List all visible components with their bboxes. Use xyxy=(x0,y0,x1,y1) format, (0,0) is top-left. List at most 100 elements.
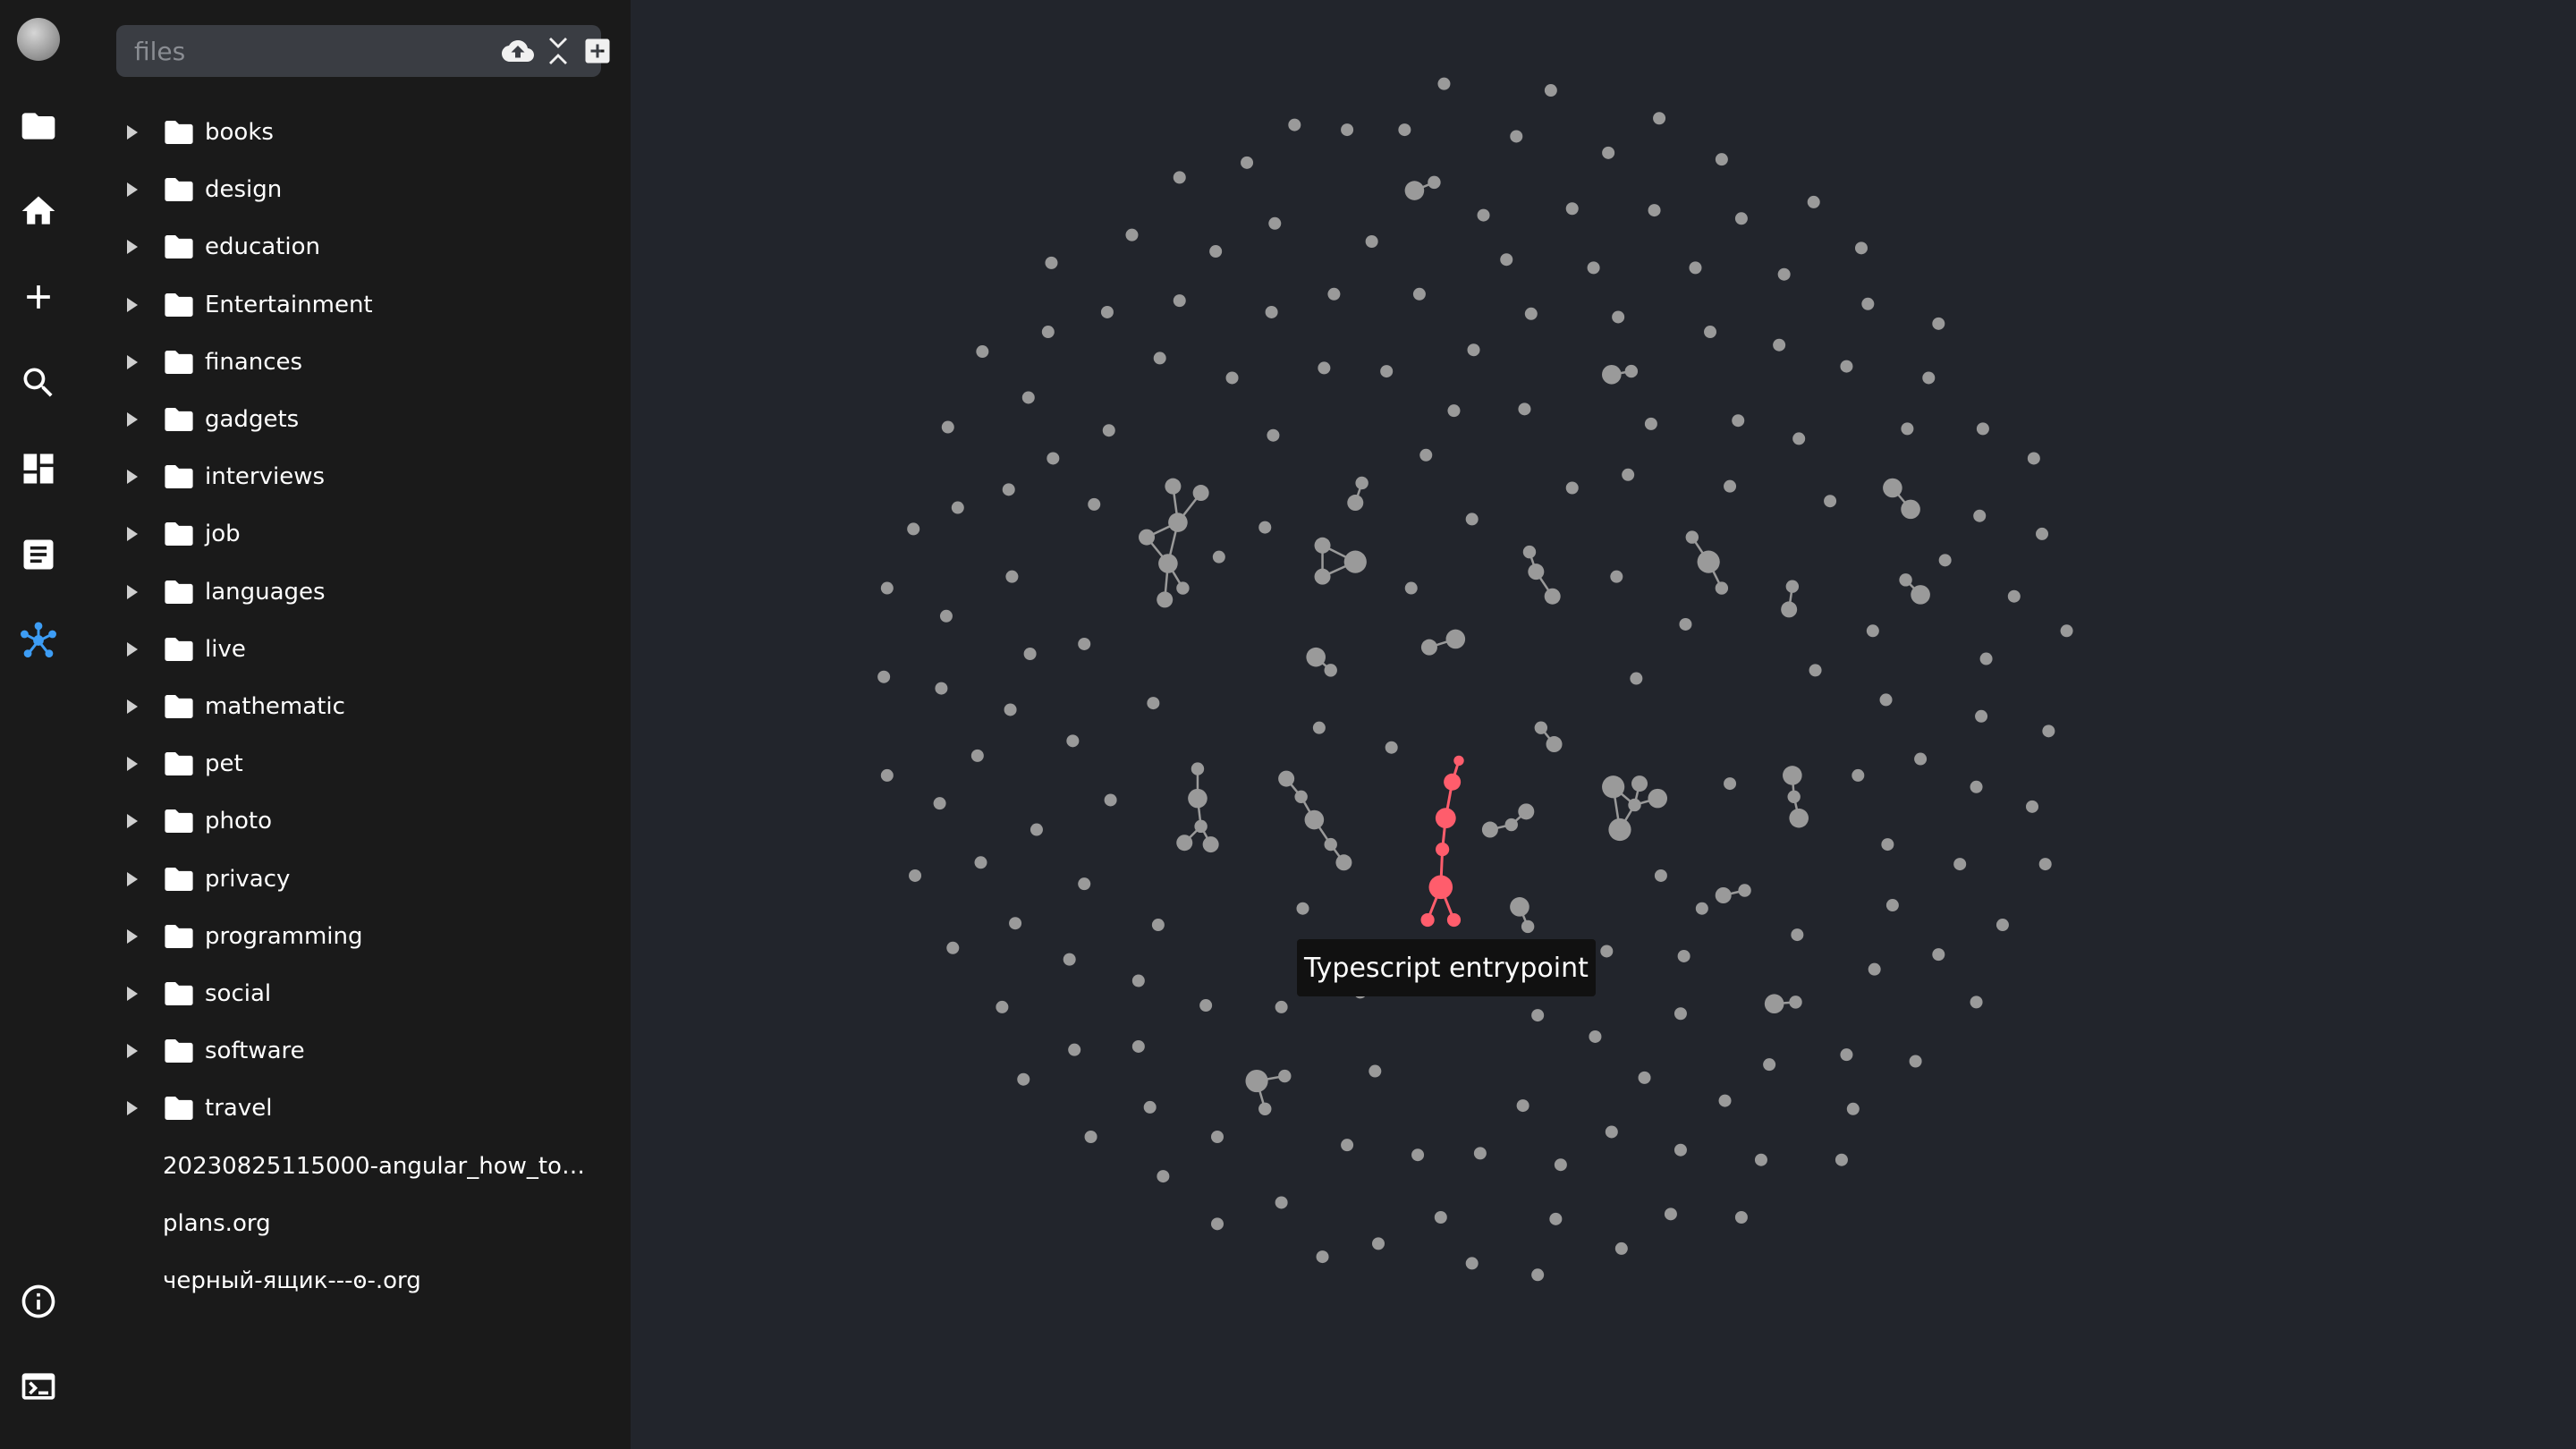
graph-node-highlight[interactable] xyxy=(1444,773,1462,791)
graph-node[interactable] xyxy=(1938,554,1952,567)
expand-caret-icon[interactable] xyxy=(127,354,138,369)
graph-node[interactable] xyxy=(1840,360,1853,373)
tree-folder[interactable]: software xyxy=(77,1026,631,1076)
graph-node[interactable] xyxy=(1715,887,1732,904)
graph-node[interactable] xyxy=(1078,637,1091,650)
plus-icon[interactable] xyxy=(0,266,77,328)
graph-node[interactable] xyxy=(1979,652,1993,665)
graph-node[interactable] xyxy=(1644,417,1657,430)
graph-node[interactable] xyxy=(1518,402,1531,416)
graph-node[interactable] xyxy=(1278,770,1295,787)
graph-node[interactable] xyxy=(1695,902,1708,915)
graph-node[interactable] xyxy=(1139,529,1156,546)
graph-node[interactable] xyxy=(1194,819,1208,834)
graph-node[interactable] xyxy=(1840,1048,1853,1062)
graph-node[interactable] xyxy=(1153,352,1166,365)
graph-node[interactable] xyxy=(1734,1210,1748,1224)
graph-node[interactable] xyxy=(1610,570,1623,583)
graph-node[interactable] xyxy=(1715,581,1729,595)
graph-node[interactable] xyxy=(1544,588,1561,605)
graph-node-highlight[interactable] xyxy=(1420,912,1435,928)
graph-node-highlight[interactable] xyxy=(1446,912,1462,928)
graph-node[interactable] xyxy=(1191,762,1205,775)
graph-node[interactable] xyxy=(1066,734,1080,748)
graph-node[interactable] xyxy=(1732,414,1745,428)
graph-node[interactable] xyxy=(1754,1153,1767,1166)
expand-caret-icon[interactable] xyxy=(127,182,138,198)
graph-node[interactable] xyxy=(1465,513,1479,526)
graph-node[interactable] xyxy=(1531,1009,1545,1022)
graph-node[interactable] xyxy=(996,1000,1009,1013)
graph-node[interactable] xyxy=(1324,664,1337,677)
graph-node[interactable] xyxy=(1648,204,1661,217)
graph-node[interactable] xyxy=(1654,869,1667,882)
graph-node[interactable] xyxy=(1275,1196,1288,1209)
graph-node[interactable] xyxy=(1565,202,1579,216)
graph-node[interactable] xyxy=(1404,581,1418,595)
graph-node[interactable] xyxy=(1347,495,1364,512)
graph-node-highlight[interactable] xyxy=(1435,808,1456,829)
graph-node[interactable] xyxy=(1521,919,1535,934)
graph-node[interactable] xyxy=(1176,835,1193,852)
graph-node[interactable] xyxy=(1312,721,1326,734)
graph-node[interactable] xyxy=(1789,808,1809,828)
graph-node[interactable] xyxy=(1883,478,1902,498)
graph-node[interactable] xyxy=(2042,724,2055,738)
graph-node[interactable] xyxy=(1976,422,1989,436)
graph-node[interactable] xyxy=(1901,422,1914,436)
graph-node[interactable] xyxy=(1202,836,1219,853)
tree-folder[interactable]: mathematic xyxy=(77,682,631,732)
graph-node[interactable] xyxy=(970,749,984,762)
graph-node[interactable] xyxy=(1973,509,1987,522)
graph-node[interactable] xyxy=(1534,721,1548,734)
tree-folder[interactable]: photo xyxy=(77,796,631,846)
graph-node[interactable] xyxy=(946,941,960,954)
tree-folder[interactable]: Entertainment xyxy=(77,280,631,330)
graph-node[interactable] xyxy=(1868,962,1881,976)
graph-node[interactable] xyxy=(1549,1212,1563,1225)
graph-node[interactable] xyxy=(1428,175,1441,190)
graph-node[interactable] xyxy=(1715,153,1728,166)
graph-node[interactable] xyxy=(1165,478,1182,495)
graph-node[interactable] xyxy=(1602,146,1615,159)
graph-node[interactable] xyxy=(1078,877,1091,891)
graph-node[interactable] xyxy=(1314,568,1331,585)
graph-node[interactable] xyxy=(1168,513,1188,532)
tree-folder[interactable]: books xyxy=(77,107,631,157)
graph-node[interactable] xyxy=(2007,589,2021,603)
graph-node[interactable] xyxy=(1041,326,1055,339)
graph-node[interactable] xyxy=(1481,821,1498,838)
expand-caret-icon[interactable] xyxy=(127,928,138,944)
expand-caret-icon[interactable] xyxy=(127,641,138,657)
graph-node[interactable] xyxy=(1327,287,1341,301)
tree-folder[interactable]: travel xyxy=(77,1083,631,1133)
graph-node[interactable] xyxy=(1265,305,1278,318)
graph-node[interactable] xyxy=(1605,1125,1618,1139)
graph-node[interactable] xyxy=(1612,310,1625,324)
graph-node[interactable] xyxy=(1631,775,1648,792)
graph-node[interactable] xyxy=(941,420,954,434)
expand-caret-icon[interactable] xyxy=(127,470,138,485)
graph-node[interactable] xyxy=(1614,1241,1628,1255)
graph-node[interactable] xyxy=(1531,1268,1545,1282)
graph-node[interactable] xyxy=(1176,581,1190,595)
graph-node[interactable] xyxy=(1314,537,1331,554)
graph-node[interactable] xyxy=(1023,648,1037,661)
graph-node[interactable] xyxy=(974,856,987,869)
graph-node[interactable] xyxy=(1587,261,1600,275)
graph-node[interactable] xyxy=(1554,1158,1567,1172)
graph-node[interactable] xyxy=(1674,1143,1687,1157)
graph-node[interactable] xyxy=(1622,468,1635,481)
graph-node[interactable] xyxy=(1677,949,1690,962)
graph-node[interactable] xyxy=(1245,1069,1268,1093)
search-icon[interactable] xyxy=(0,352,77,414)
expand-caret-icon[interactable] xyxy=(127,1044,138,1059)
collapse-all-icon[interactable] xyxy=(547,35,569,67)
graph-node[interactable] xyxy=(1210,1217,1224,1231)
graph-node[interactable] xyxy=(1846,1102,1860,1115)
graph-node[interactable] xyxy=(2036,527,2049,540)
graph-node[interactable] xyxy=(1275,1000,1288,1013)
graph-node[interactable] xyxy=(1411,1148,1425,1162)
graph-node[interactable] xyxy=(1734,212,1748,225)
graph-node[interactable] xyxy=(1268,216,1282,230)
